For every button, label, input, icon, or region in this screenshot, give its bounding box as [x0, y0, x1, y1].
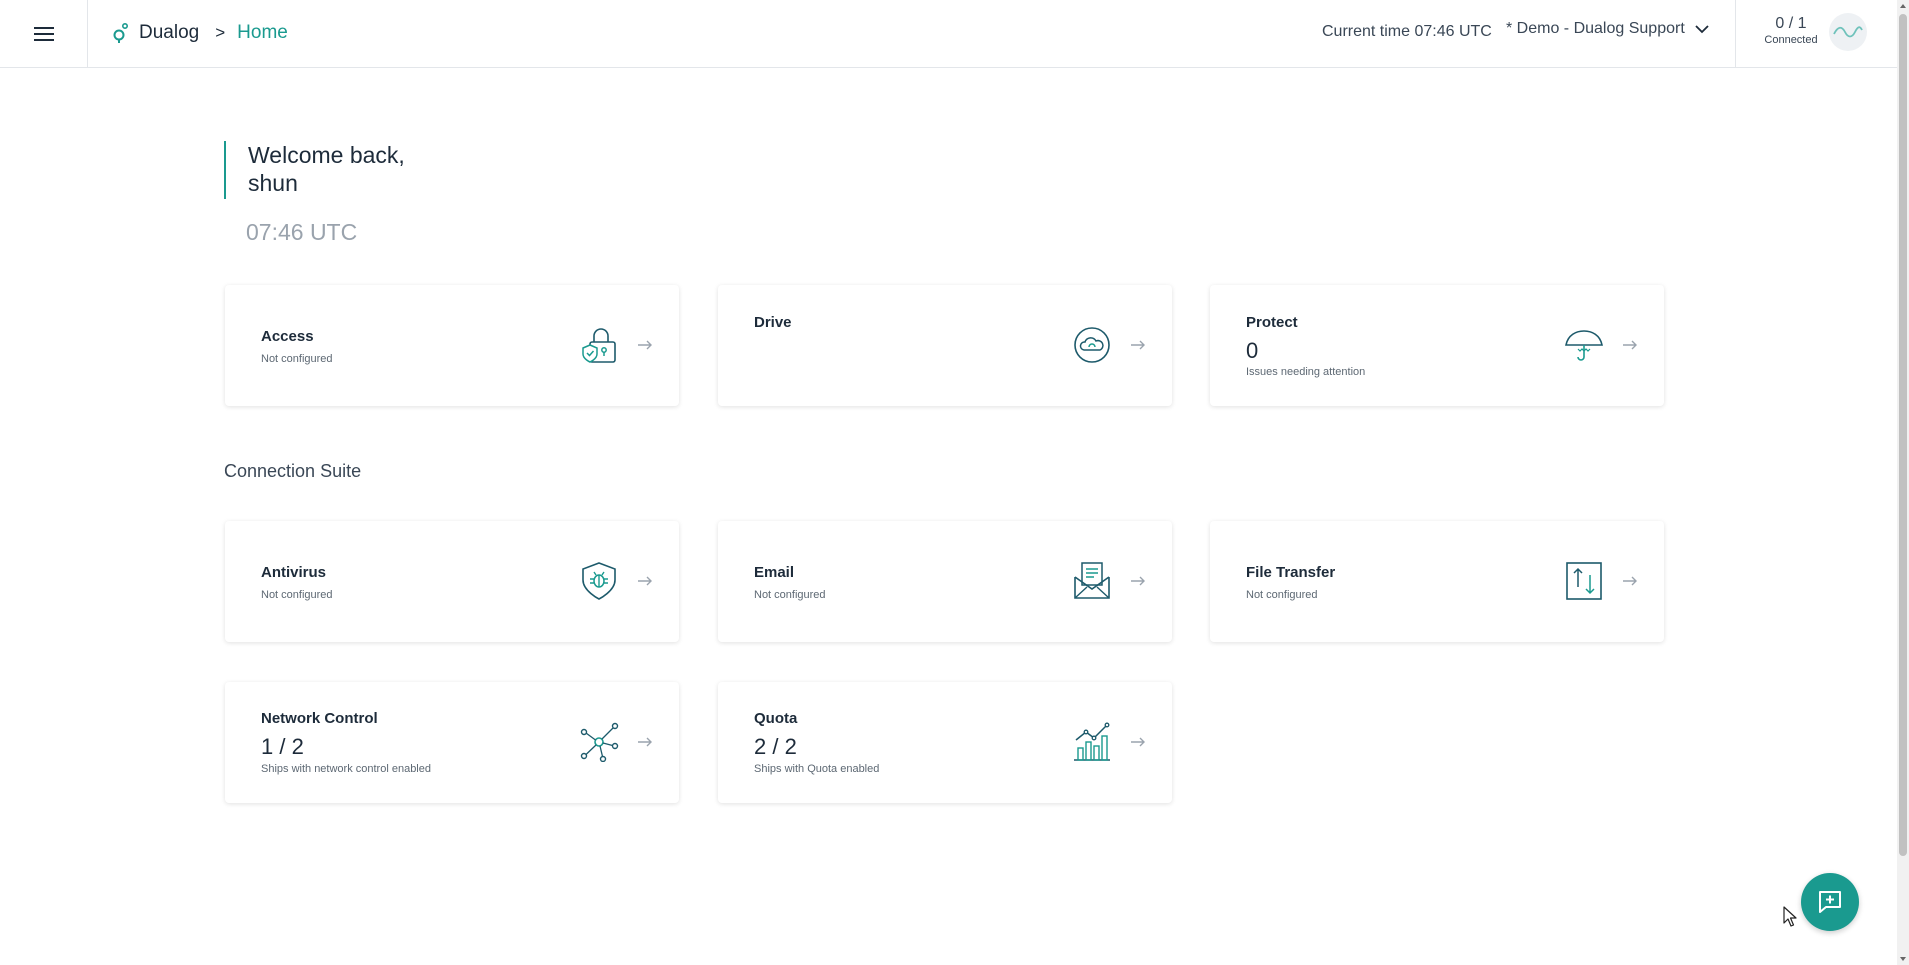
dualog-logo-icon: [113, 22, 129, 43]
hamburger-icon: [33, 27, 54, 41]
arrow-right-icon: [1623, 576, 1637, 586]
signal-wave-icon: [1833, 26, 1863, 38]
card-title: Quota: [754, 710, 798, 727]
breadcrumb-separator: >: [215, 23, 226, 42]
signal-avatar[interactable]: [1829, 13, 1867, 51]
card-subtitle: Ships with network control enabled: [261, 763, 431, 775]
card-email[interactable]: Email Not configured: [718, 521, 1172, 642]
organization-selector-label: * Demo - Dualog Support: [1506, 20, 1685, 37]
card-title: File Transfer: [1246, 564, 1336, 581]
card-value: 0: [1246, 338, 1259, 363]
scroll-down-button[interactable]: [1897, 953, 1909, 965]
scroll-up-button[interactable]: [1897, 0, 1909, 12]
envelope-icon: [1074, 562, 1110, 599]
umbrella-icon: [1565, 330, 1603, 361]
section-title-connection-suite: Connection Suite: [224, 461, 362, 481]
card-protect[interactable]: Protect 0 Issues needing attention: [1210, 285, 1664, 406]
network-icon: [580, 722, 619, 762]
card-quota[interactable]: Quota 2 / 2 Ships with Quota enabled: [718, 682, 1172, 803]
message-plus-icon: [1819, 891, 1841, 913]
bug-shield-icon: [582, 562, 616, 600]
card-title: Antivirus: [261, 564, 327, 581]
card-value: 2 / 2: [754, 734, 797, 759]
card-drive[interactable]: Drive: [718, 285, 1172, 406]
connection-count: 0 / 1: [1775, 15, 1807, 32]
card-network-control[interactable]: Network Control 1 / 2 Ships with network…: [225, 682, 679, 803]
menu-button[interactable]: [0, 0, 88, 68]
card-access[interactable]: Access Not configured: [225, 285, 679, 406]
card-subtitle: Not configured: [1246, 589, 1318, 601]
breadcrumb: Dualog > Home: [113, 19, 288, 47]
card-antivirus[interactable]: Antivirus Not configured: [225, 521, 679, 642]
welcome-greeting: Welcome back,: [248, 142, 405, 168]
arrow-right-icon: [638, 340, 652, 350]
connection-label: Connected: [1764, 34, 1818, 46]
arrow-right-icon: [638, 576, 652, 586]
transfer-icon: [1566, 562, 1602, 600]
page-scrollbar[interactable]: [1897, 0, 1909, 965]
lock-shield-icon: [582, 328, 616, 363]
card-subtitle: Not configured: [261, 353, 333, 365]
arrow-right-icon: [1131, 737, 1145, 747]
header-divider: [1735, 0, 1736, 68]
chevron-down-icon: [1695, 24, 1709, 33]
brand-link[interactable]: Dualog: [139, 22, 199, 44]
card-title: Drive: [754, 314, 792, 331]
card-title: Email: [754, 564, 795, 581]
card-subtitle: Ships with Quota enabled: [754, 763, 880, 775]
welcome-time: 07:46 UTC: [246, 219, 358, 245]
connection-status[interactable]: 0 / 1 Connected: [1755, 15, 1827, 47]
welcome-heading: Welcome back, shun: [224, 141, 405, 199]
top-header: Dualog > Home Current time 07:46 UTC * D…: [0, 0, 1897, 68]
card-subtitle: Issues needing attention: [1246, 366, 1366, 378]
organization-selector[interactable]: * Demo - Dualog Support: [1506, 20, 1709, 38]
card-title: Network Control: [261, 710, 378, 727]
card-subtitle: Not configured: [261, 589, 333, 601]
arrow-right-icon: [1131, 576, 1145, 586]
card-file-transfer[interactable]: File Transfer Not configured: [1210, 521, 1664, 642]
arrow-right-icon: [1131, 340, 1145, 350]
breadcrumb-current: Home: [237, 22, 288, 43]
cloud-icon: [1074, 327, 1110, 363]
card-title: Protect: [1246, 314, 1298, 331]
current-time: Current time 07:46 UTC: [1322, 23, 1492, 40]
scroll-thumb[interactable]: [1899, 14, 1907, 856]
card-title: Access: [261, 328, 314, 345]
arrow-right-icon: [638, 737, 652, 747]
arrow-right-icon: [1623, 340, 1637, 350]
chat-feedback-button[interactable]: [1801, 873, 1859, 931]
welcome-username: shun: [248, 170, 298, 196]
mouse-cursor-icon: [1783, 906, 1797, 927]
card-value: 1 / 2: [261, 734, 304, 759]
chart-icon: [1074, 722, 1110, 761]
card-subtitle: Not configured: [754, 589, 826, 601]
